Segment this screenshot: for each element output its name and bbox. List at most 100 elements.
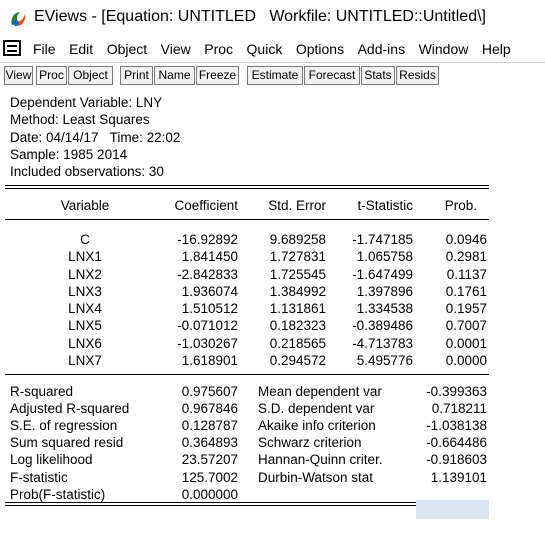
toolbar-freeze-button[interactable]: Freeze (196, 66, 239, 85)
header-line: Date: 04/14/17 Time: 22:02 (10, 129, 181, 145)
stat-label: S.D. dependent var (258, 401, 375, 417)
toolbar-object-button[interactable]: Object (68, 66, 113, 85)
toolbar-estimate-button[interactable]: Estimate (247, 66, 303, 85)
coef-table-cell: 0.1761 (445, 283, 487, 299)
coef-table-cell: 0.0000 (445, 352, 487, 368)
coef-table-cell: 9.689258 (269, 232, 326, 247)
stat-label: Prob(F-statistic) (10, 486, 106, 502)
stat-value: 0.975607 (181, 384, 238, 399)
coef-table-cell: -1.747185 (352, 232, 413, 247)
coef-table-cell: 5.495776 (356, 352, 413, 368)
coef-table-cell: 1.334538 (356, 301, 413, 316)
coef-table-cell: 1.727831 (269, 249, 326, 265)
coef-table-cell: 1.065758 (356, 249, 413, 265)
stat-label: Mean dependent var (258, 384, 382, 399)
coef-table-cell: -1.647499 (352, 266, 413, 282)
column-header-stderror: Std. Error (268, 198, 326, 213)
coef-table-cell: 0.182323 (269, 318, 326, 334)
coef-table-cell: 1.510512 (181, 301, 238, 316)
coef-table-cell: -16.92892 (177, 232, 238, 247)
stat-label: S.E. of regression (10, 418, 118, 434)
eviews-logo-icon (11, 12, 26, 26)
table-rule (5, 374, 489, 375)
coef-table-cell: -4.713783 (352, 335, 413, 351)
table-rule (5, 219, 489, 220)
toolbar-forecast-button[interactable]: Forecast (304, 66, 360, 85)
coef-table-cell: 0.0001 (445, 335, 487, 351)
menu-item-proc[interactable]: Proc (204, 41, 233, 57)
column-header-prob: Prob. (444, 198, 477, 213)
variable-name: LNX7 (68, 352, 102, 368)
stat-value: -0.664486 (426, 435, 487, 451)
menu-item-help[interactable]: Help (482, 41, 511, 57)
header-line: Method: Least Squares (10, 112, 150, 128)
header-line: Sample: 1985 2014 (10, 146, 128, 162)
variable-name: C (80, 232, 90, 247)
variable-name: LNX5 (68, 318, 102, 334)
coef-table-cell: 1.936074 (181, 283, 238, 299)
toolbar-stats-button[interactable]: Stats (361, 66, 395, 85)
coef-table-cell: -1.030267 (177, 335, 238, 351)
stat-label: R-squared (10, 384, 74, 399)
stat-value: 0.000000 (181, 486, 238, 502)
stat-label: Sum squared resid (10, 435, 124, 451)
header-line: Dependent Variable: LNY (10, 95, 163, 110)
coef-table-cell: 0.0946 (445, 232, 487, 247)
menu-item-options[interactable]: Options (296, 41, 344, 57)
menu-item-edit[interactable]: Edit (69, 41, 93, 57)
column-header-variable: Variable (60, 198, 110, 213)
stat-label: F-statistic (10, 469, 68, 485)
menu-item-quick[interactable]: Quick (247, 41, 283, 57)
table-rule (5, 188, 489, 189)
equation-toolbar: View Proc Object Print Name Freeze Estimate For… (0, 62, 545, 90)
toolbar-resids-button[interactable]: Resids (396, 66, 439, 85)
coef-table-cell: 0.2981 (445, 249, 487, 265)
table-rule (5, 185, 489, 186)
toolbar-proc-button[interactable]: Proc (36, 66, 67, 85)
system-menu-icon[interactable] (3, 40, 21, 56)
toolbar-name-button[interactable]: Name (154, 66, 195, 85)
menu-item-file[interactable]: File (33, 41, 56, 57)
variable-name: LNX3 (68, 283, 102, 299)
coef-table-cell: 1.397896 (356, 283, 413, 299)
menu-bar: File Edit Object View Proc Quick Options Add-in… (0, 38, 545, 60)
coef-table-cell: 1.131861 (269, 301, 326, 316)
toolbar-print-button[interactable]: Print (120, 66, 153, 85)
estimation-output: Dependent Variable: LNY Method: Least Squ… (0, 89, 545, 554)
stat-value: -0.399363 (426, 384, 487, 399)
stat-value: 0.967846 (181, 401, 238, 417)
selected-cell-highlight[interactable] (416, 500, 489, 519)
menu-item-object[interactable]: Object (107, 41, 147, 57)
coef-table-cell: -2.842833 (177, 266, 238, 282)
coef-table-cell: 1.725545 (269, 266, 326, 282)
coef-table-cell: 1.618901 (181, 352, 238, 368)
coef-table-cell: 1.384992 (269, 283, 326, 299)
coef-table-cell: 0.1137 (446, 266, 487, 282)
menu-item-addins[interactable]: Add-ins (358, 41, 405, 57)
stat-value: 1.139101 (430, 469, 487, 485)
coef-table-cell: 0.294572 (269, 352, 326, 368)
column-header-coefficient: Coefficient (174, 198, 238, 213)
stat-value: 23.57207 (181, 452, 238, 468)
stat-value: 0.718211 (431, 401, 487, 417)
stat-label: Akaike info criterion (258, 418, 376, 434)
stat-value: 125.7002 (181, 469, 238, 485)
menu-item-view[interactable]: View (161, 41, 191, 57)
stat-value: 0.364893 (181, 435, 238, 451)
coef-table-cell: -0.071012 (177, 318, 238, 334)
header-line: Included observations: 30 (10, 164, 164, 180)
coef-table-cell: 1.841450 (181, 249, 238, 265)
coef-table-cell: 0.1957 (445, 301, 487, 316)
title-bar: EViews - [Equation: UNTITLED Workfile: U… (0, 0, 545, 38)
stat-label: Hannan-Quinn criter. (258, 452, 383, 468)
toolbar-view-button[interactable]: View (4, 66, 33, 85)
menu-items: File Edit Object View Proc Quick Options Add-in… (33, 41, 524, 57)
variable-name: LNX6 (68, 335, 102, 351)
stat-label: Log likelihood (10, 452, 93, 468)
menu-item-window[interactable]: Window (419, 41, 469, 57)
variable-name: LNX4 (68, 301, 102, 316)
variable-name: LNX2 (68, 266, 102, 282)
coef-table-cell: -0.389486 (352, 318, 413, 334)
column-header-tstatistic: t-Statistic (357, 198, 413, 213)
stat-label: Durbin-Watson stat (258, 469, 374, 485)
